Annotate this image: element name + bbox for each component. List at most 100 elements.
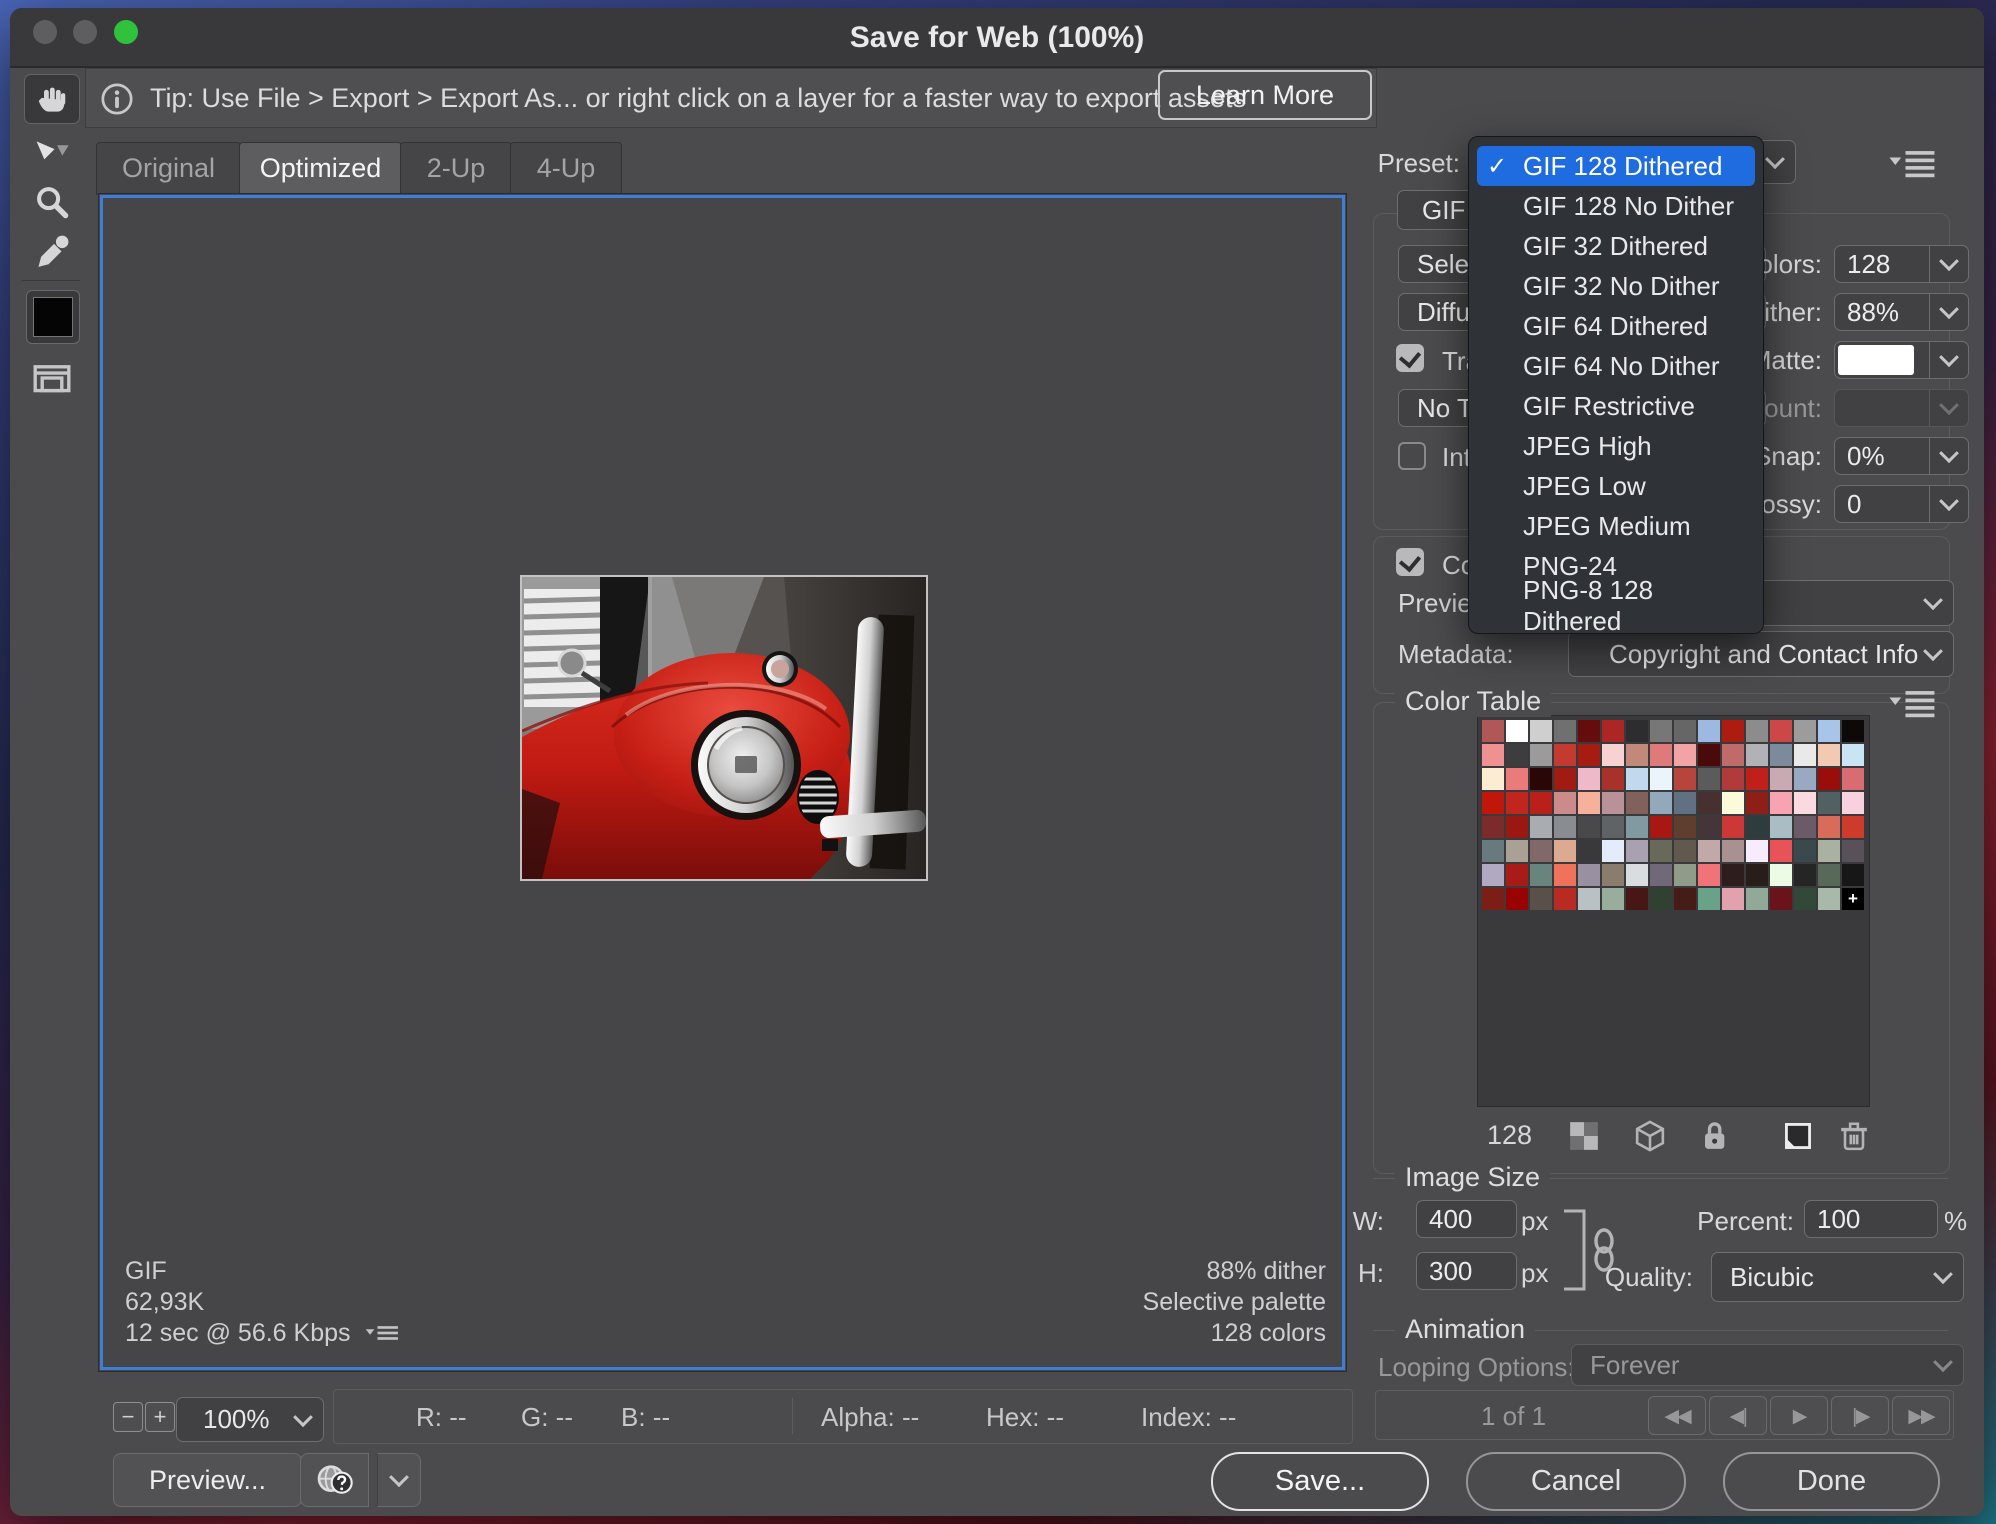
done-button[interactable]: Done (1723, 1452, 1940, 1511)
color-swatch[interactable] (1674, 888, 1696, 910)
color-swatch[interactable] (1554, 792, 1576, 814)
browser-preview-icon-button[interactable] (300, 1453, 369, 1507)
color-swatch[interactable] (1674, 864, 1696, 886)
color-swatch[interactable] (1626, 864, 1648, 886)
color-swatch[interactable] (1530, 792, 1552, 814)
color-swatch[interactable] (1842, 864, 1864, 886)
color-table-menu-icon[interactable] (1888, 690, 1938, 720)
color-swatch[interactable] (1650, 864, 1672, 886)
convert-srgb-checkbox[interactable] (1396, 548, 1424, 576)
new-color-icon[interactable] (1780, 1118, 1816, 1154)
interlaced-checkbox[interactable] (1398, 442, 1426, 470)
color-swatch[interactable]: + (1842, 888, 1864, 910)
color-swatch[interactable] (1818, 792, 1840, 814)
color-swatch[interactable] (1626, 720, 1648, 742)
slice-select-tool-button[interactable] (30, 133, 74, 173)
browser-select-chevron[interactable] (377, 1453, 421, 1507)
preset-menu-item[interactable]: JPEG Low (1477, 466, 1755, 506)
preset-menu-item[interactable]: GIF 64 Dithered (1477, 306, 1755, 346)
panel-menu-icon[interactable] (1888, 150, 1938, 180)
color-swatch[interactable] (1578, 888, 1600, 910)
status-menu-icon[interactable] (365, 1323, 401, 1345)
color-swatch[interactable] (1818, 768, 1840, 790)
color-swatch[interactable] (1506, 864, 1528, 886)
color-swatch[interactable] (1746, 744, 1768, 766)
color-swatch[interactable] (1818, 888, 1840, 910)
color-swatch[interactable] (1794, 840, 1816, 862)
cancel-button[interactable]: Cancel (1466, 1452, 1686, 1511)
preset-menu-item[interactable]: GIF 32 Dithered (1477, 226, 1755, 266)
color-swatch[interactable] (1698, 840, 1720, 862)
color-swatch[interactable] (1794, 744, 1816, 766)
color-swatch[interactable] (1530, 744, 1552, 766)
next-frame-button[interactable]: |▶ (1831, 1396, 1889, 1435)
color-swatch[interactable] (1770, 840, 1792, 862)
color-swatch[interactable] (1626, 840, 1648, 862)
color-swatch[interactable] (1842, 840, 1864, 862)
color-swatch[interactable] (1674, 792, 1696, 814)
matte-picker[interactable] (1929, 342, 1968, 378)
zoom-tool-button[interactable] (30, 180, 74, 224)
color-swatch[interactable] (1578, 816, 1600, 838)
color-swatch[interactable] (1626, 792, 1648, 814)
color-swatch[interactable] (1746, 888, 1768, 910)
color-swatch[interactable] (1578, 864, 1600, 886)
first-frame-button[interactable]: ◀◀ (1648, 1396, 1706, 1435)
color-swatch[interactable] (1674, 768, 1696, 790)
color-swatch[interactable] (1602, 840, 1624, 862)
color-swatch[interactable] (1554, 864, 1576, 886)
color-swatch[interactable] (1722, 888, 1744, 910)
color-swatch[interactable] (1482, 840, 1504, 862)
quality-select[interactable]: Bicubic (1711, 1252, 1964, 1302)
preset-menu-item[interactable]: JPEG High (1477, 426, 1755, 466)
tab-optimized[interactable]: Optimized (239, 142, 402, 195)
color-swatch[interactable] (1842, 792, 1864, 814)
color-swatch[interactable] (1770, 888, 1792, 910)
color-swatch[interactable] (1674, 720, 1696, 742)
color-swatch[interactable] (1530, 816, 1552, 838)
color-swatch[interactable] (1722, 864, 1744, 886)
color-swatch[interactable] (1794, 888, 1816, 910)
preset-menu-item[interactable]: JPEG Medium (1477, 506, 1755, 546)
color-swatch[interactable] (1746, 840, 1768, 862)
websnap-stepper[interactable] (1929, 438, 1968, 474)
color-swatch[interactable] (1482, 816, 1504, 838)
preset-menu-item[interactable]: GIF Restrictive (1477, 386, 1755, 426)
color-swatch[interactable] (1818, 840, 1840, 862)
color-swatch[interactable] (1530, 840, 1552, 862)
color-swatch[interactable] (1506, 888, 1528, 910)
color-swatch[interactable] (1842, 744, 1864, 766)
color-swatch[interactable] (1650, 768, 1672, 790)
delete-color-icon[interactable] (1836, 1118, 1872, 1154)
color-swatch[interactable] (1578, 768, 1600, 790)
color-swatch[interactable] (1482, 744, 1504, 766)
color-swatch[interactable] (1530, 864, 1552, 886)
tab-4up[interactable]: 4-Up (510, 142, 622, 195)
color-swatch[interactable] (1506, 792, 1528, 814)
color-swatch[interactable] (1794, 720, 1816, 742)
color-swatch[interactable] (1482, 888, 1504, 910)
color-swatch[interactable] (1794, 864, 1816, 886)
matte-field[interactable] (1834, 341, 1969, 379)
color-swatch[interactable] (1602, 888, 1624, 910)
color-swatch[interactable] (1554, 888, 1576, 910)
color-swatch[interactable] (1602, 744, 1624, 766)
color-swatch[interactable] (1602, 768, 1624, 790)
play-button[interactable]: ▶ (1770, 1396, 1828, 1435)
color-swatch[interactable] (1818, 816, 1840, 838)
color-swatch[interactable] (1698, 888, 1720, 910)
color-swatch[interactable] (1698, 768, 1720, 790)
color-swatch[interactable] (1794, 792, 1816, 814)
color-swatch[interactable] (1578, 744, 1600, 766)
previous-frame-button[interactable]: ◀| (1709, 1396, 1767, 1435)
color-swatch[interactable] (1698, 816, 1720, 838)
last-frame-button[interactable]: ▶▶ (1892, 1396, 1950, 1435)
color-swatch[interactable] (1650, 888, 1672, 910)
preview-image[interactable] (520, 575, 928, 881)
save-button[interactable]: Save... (1211, 1452, 1429, 1511)
preset-menu-item[interactable]: GIF 128 No Dither (1477, 186, 1755, 226)
color-swatch[interactable] (1674, 840, 1696, 862)
color-swatch[interactable] (1626, 816, 1648, 838)
eyedropper-color-well[interactable] (26, 290, 80, 344)
color-swatch[interactable] (1770, 768, 1792, 790)
